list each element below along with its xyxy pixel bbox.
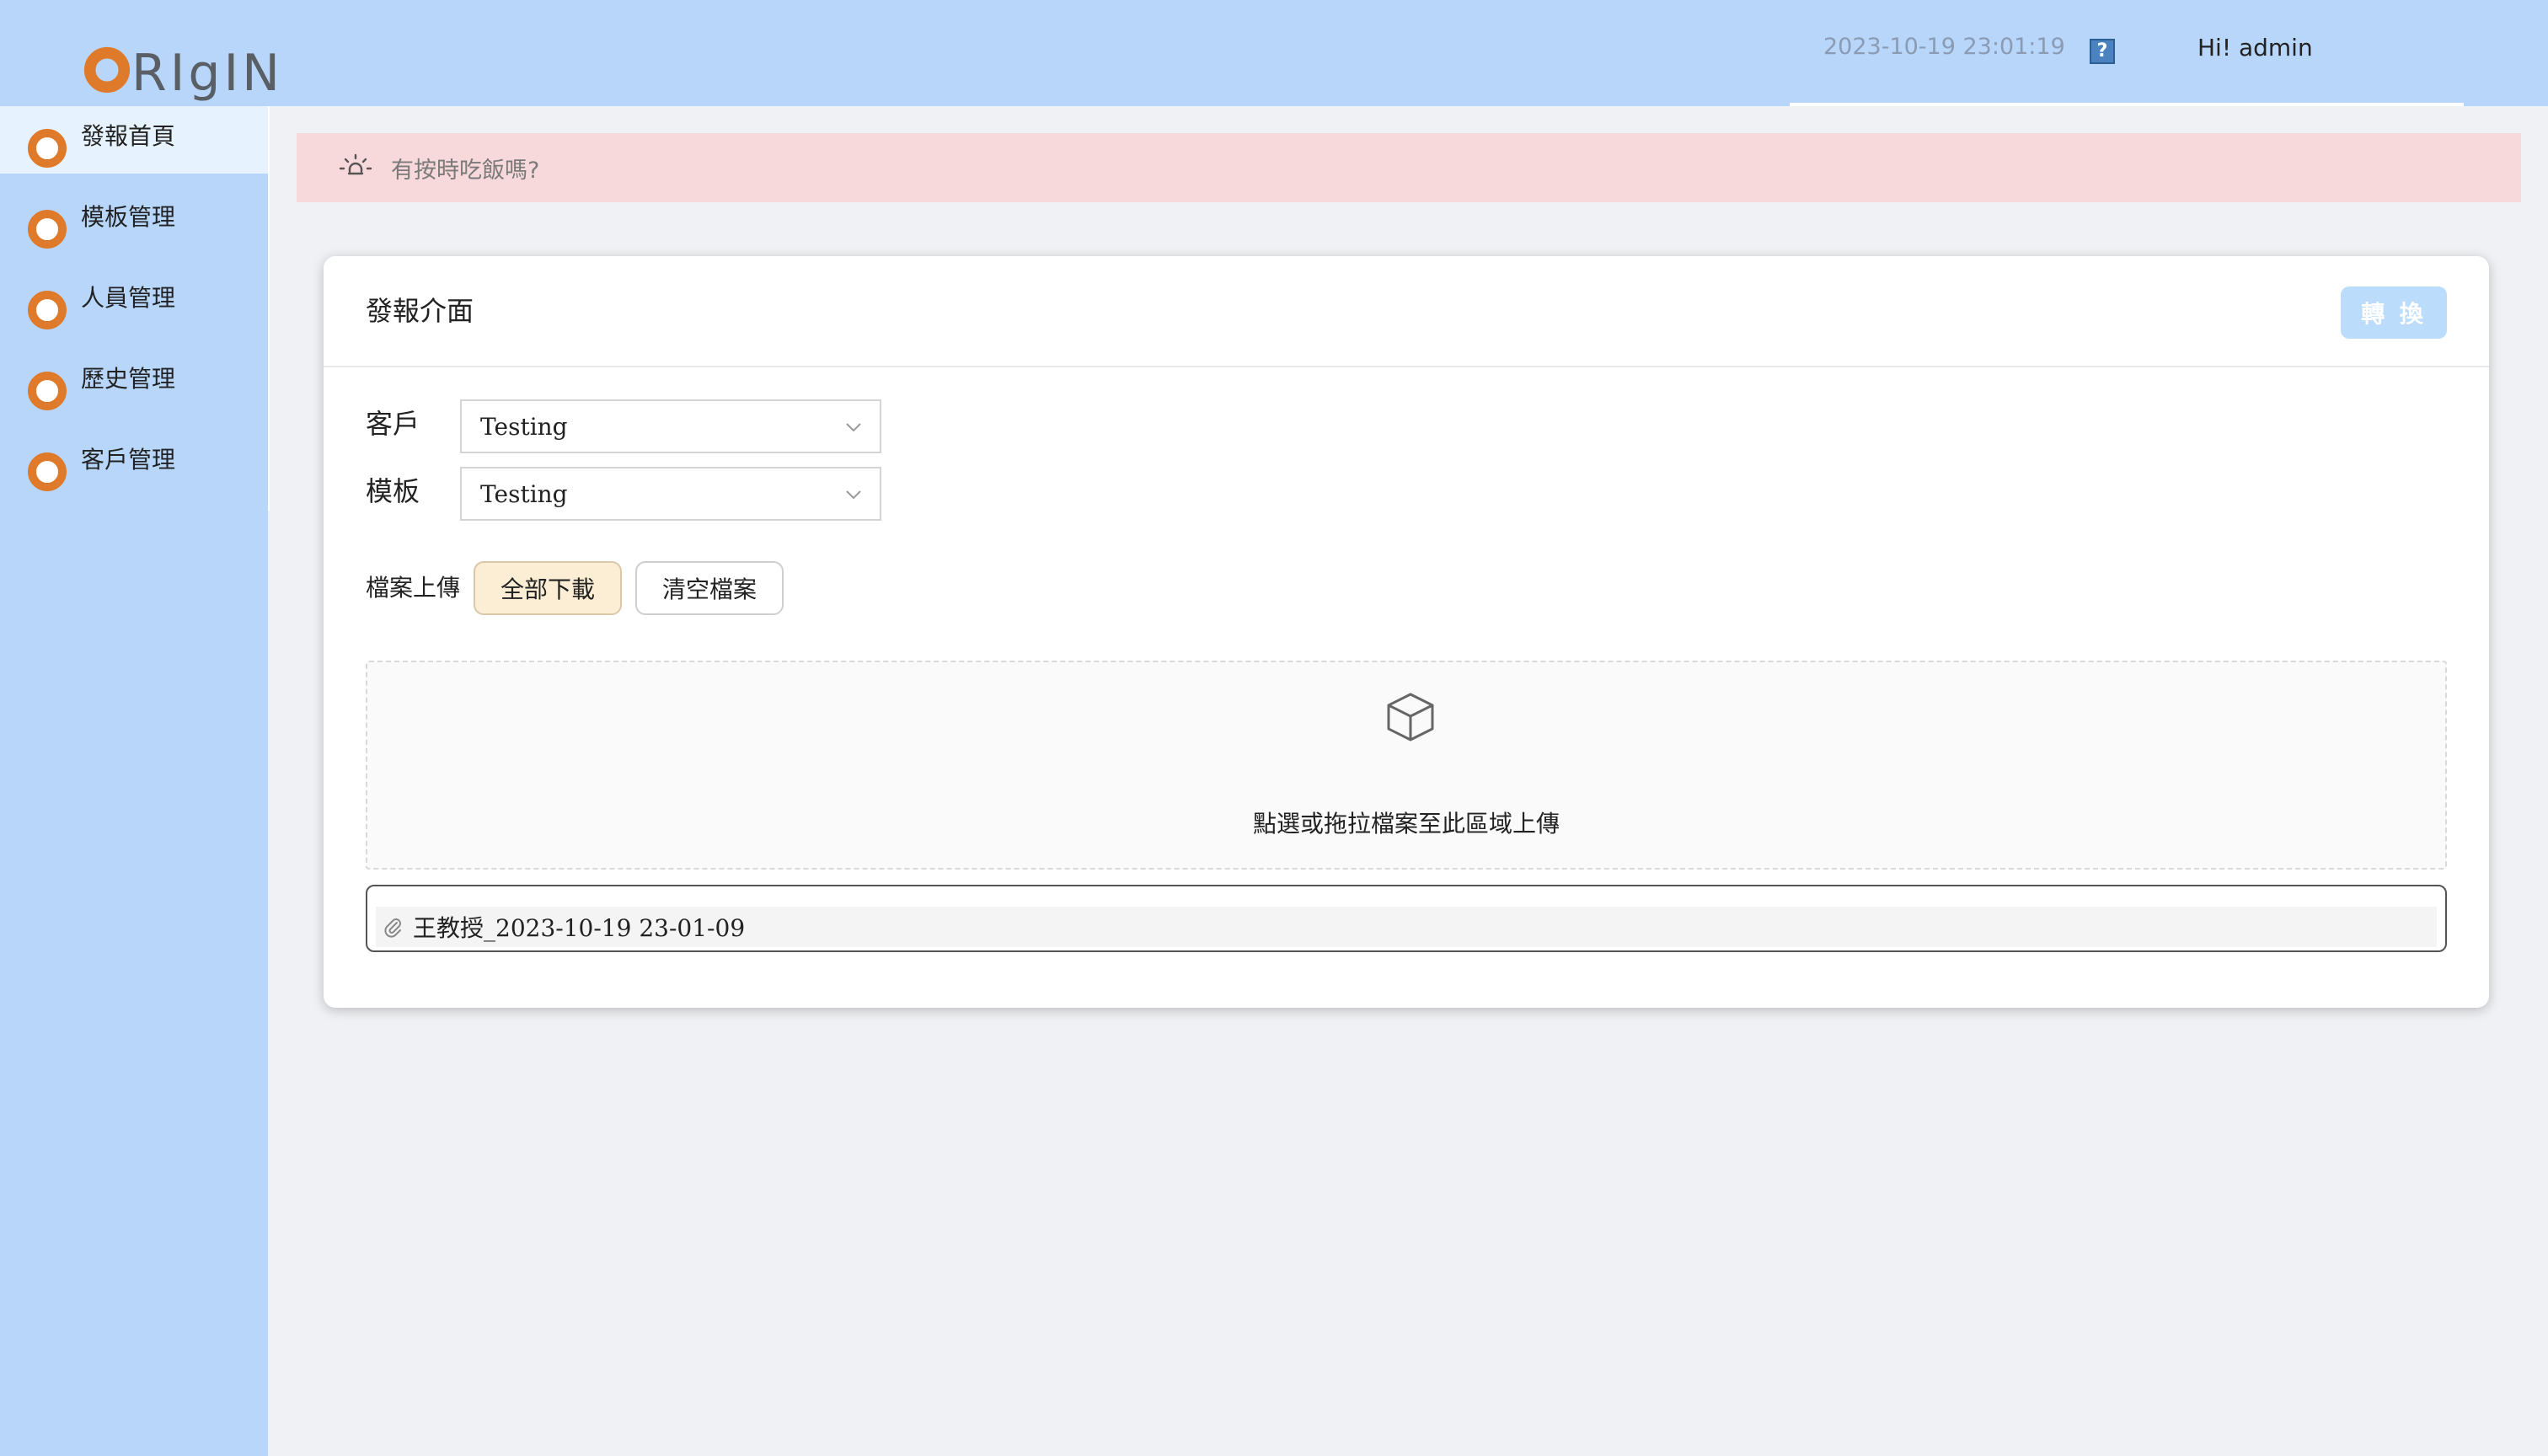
user-greeting[interactable]: Hi! admin — [2197, 34, 2313, 62]
sidebar-item-label: 模板管理 — [81, 203, 176, 231]
uploaded-file-list: 王教授_2023-10-19 23-01-09 — [366, 885, 2447, 952]
dropzone-text: 點選或拖拉檔案至此區域上傳 — [1252, 810, 1560, 838]
orange-ring-icon — [28, 372, 67, 410]
template-label: 模板 — [366, 475, 420, 507]
logo-ring-icon — [83, 46, 131, 94]
template-select-value: Testing — [480, 480, 568, 508]
sidebar-divider — [268, 106, 270, 511]
upload-label: 檔案上傳 — [366, 574, 461, 602]
logo-text: RIgIN — [131, 44, 284, 103]
sidebar-item-label: 歷史管理 — [81, 365, 176, 393]
orange-ring-icon — [28, 129, 67, 168]
dispatch-card: 發報介面 轉 換 客戶 Testing 模板 Testing 檔案上傳 全部下載… — [324, 256, 2489, 1008]
customer-label: 客戶 — [366, 408, 420, 440]
notice-banner — [297, 133, 2521, 202]
chevron-down-icon — [846, 423, 861, 432]
sidebar-item-label: 發報首頁 — [81, 122, 176, 150]
header-datetime: 2023-10-19 23:01:19 — [1823, 34, 2065, 60]
upload-dropzone[interactable]: 點選或拖拉檔案至此區域上傳 — [366, 661, 2447, 870]
sidebar-item-history[interactable]: 歷史管理 — [0, 349, 268, 416]
customer-select-value: Testing — [480, 413, 568, 441]
top-header: RIgIN 2023-10-19 23:01:19 ? Hi! admin — [0, 0, 2548, 106]
header-underline — [1790, 103, 2464, 106]
download-all-button[interactable]: 全部下載 — [474, 561, 622, 615]
orange-ring-icon — [28, 452, 67, 491]
clear-files-button[interactable]: 清空檔案 — [635, 561, 784, 615]
customer-select[interactable]: Testing — [460, 399, 881, 453]
orange-ring-icon — [28, 210, 67, 249]
lightbulb-icon — [339, 153, 372, 175]
sidebar-item-label: 人員管理 — [81, 284, 176, 312]
sidebar-item-home[interactable]: 發報首頁 — [0, 106, 268, 174]
notice-text: 有按時吃飯嗎? — [391, 158, 540, 184]
chevron-down-icon — [846, 490, 861, 500]
sidebar-item-label: 客戶管理 — [81, 446, 176, 474]
orange-ring-icon — [28, 291, 67, 329]
origin-logo[interactable]: RIgIN — [81, 40, 283, 106]
list-item[interactable]: 王教授_2023-10-19 23-01-09 — [376, 907, 2437, 947]
card-divider — [324, 366, 2489, 367]
template-select[interactable]: Testing — [460, 467, 881, 521]
sidebar-item-templates[interactable]: 模板管理 — [0, 187, 268, 254]
help-icon[interactable]: ? — [2090, 39, 2115, 64]
file-name: 王教授_2023-10-19 23-01-09 — [413, 914, 746, 942]
convert-button[interactable]: 轉 換 — [2341, 286, 2447, 339]
box-icon — [1387, 693, 1434, 741]
card-title: 發報介面 — [366, 295, 474, 327]
sidebar: 發報首頁 模板管理 人員管理 歷史管理 客戶管理 — [0, 106, 268, 1456]
sidebar-item-personnel[interactable]: 人員管理 — [0, 268, 268, 335]
sidebar-item-customers[interactable]: 客戶管理 — [0, 430, 268, 497]
paperclip-icon — [384, 918, 401, 938]
